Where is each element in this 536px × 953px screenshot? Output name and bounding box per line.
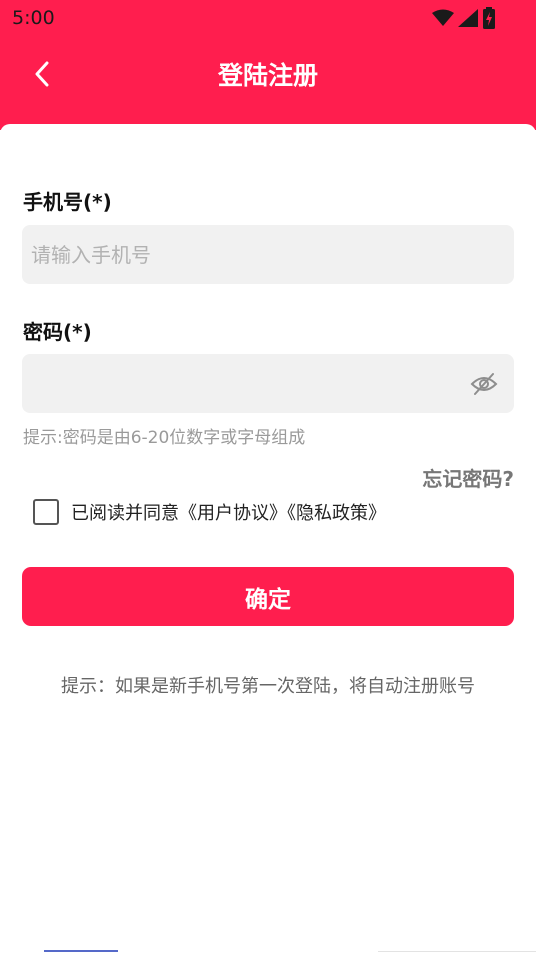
app-header: 5:00 登陆注册 [0,0,536,130]
phone-input[interactable] [22,225,514,284]
eye-off-icon[interactable] [470,372,498,396]
password-hint: 提示:密码是由6-20位数字或字母组成 [23,428,306,448]
agreement-text[interactable]: 已阅读并同意《用户协议》《隐私政策》 [71,499,386,525]
auto-register-tip: 提示：如果是新手机号第一次登陆，将自动注册账号 [61,676,475,697]
confirm-button[interactable]: 确定 [22,567,514,626]
bottom-link-fragment [44,950,118,952]
wifi-icon [432,9,454,26]
cell-signal-icon [458,9,478,27]
page-title: 登陆注册 [217,61,318,90]
phone-label: 手机号(*) [23,190,112,214]
agreement-checkbox[interactable] [33,499,59,525]
battery-charging-icon [483,7,495,29]
status-icons [432,7,496,29]
bottom-divider [378,951,536,952]
forgot-password-link[interactable]: 忘记密码? [422,463,514,492]
status-time: 5:00 [12,7,55,29]
agreement-row: 已阅读并同意《用户协议》《隐私政策》 [33,499,386,525]
password-label: 密码(*) [23,320,92,344]
password-input[interactable] [22,354,514,413]
